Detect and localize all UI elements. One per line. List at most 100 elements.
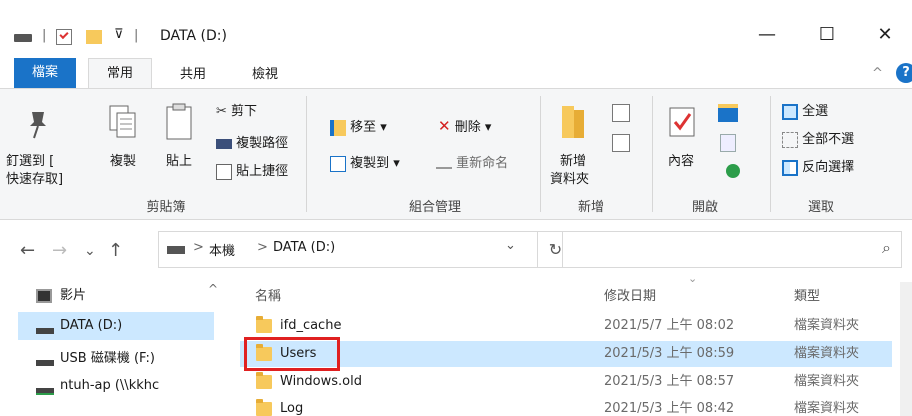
- forward-arrow-icon[interactable]: →: [52, 240, 67, 261]
- group-separator: [306, 96, 307, 212]
- help-icon[interactable]: ?: [896, 63, 912, 83]
- file-row[interactable]: Windows.old 2021/5/3 上午 08:57 檔案資料夾: [240, 369, 892, 395]
- copy-button[interactable]: 複製: [104, 100, 148, 190]
- cut-label: 剪下: [231, 104, 258, 119]
- video-icon: [36, 289, 52, 303]
- maximize-button[interactable]: ☐: [804, 18, 850, 52]
- new-item-icon[interactable]: [612, 104, 630, 122]
- pin-to-quick-access-button[interactable]: 釘選到 [ 快速存取]: [6, 100, 70, 190]
- highlight-annotation-box: [244, 337, 340, 371]
- column-header-modified[interactable]: 修改日期: [604, 285, 656, 304]
- new-group-label: 新增: [577, 200, 604, 215]
- select-none-icon: [782, 131, 798, 148]
- search-icon: ⌕: [882, 238, 891, 257]
- nav-item-videos[interactable]: 影片: [60, 283, 86, 309]
- delete-label: 刪除 ▾: [454, 120, 492, 135]
- file-type: 檔案資料夾: [794, 318, 860, 333]
- paste-shortcut-icon: [216, 163, 232, 180]
- drive-crumb-icon: [167, 246, 185, 254]
- edit-icon[interactable]: [720, 134, 736, 152]
- folder-icon: [256, 372, 272, 389]
- nav-scroll-up-icon[interactable]: ^: [208, 282, 218, 296]
- refresh-icon: ↻: [548, 240, 563, 259]
- collapse-ribbon-button[interactable]: ^: [872, 66, 883, 81]
- search-input[interactable]: ⌕: [562, 231, 902, 268]
- tab-view[interactable]: 檢視: [240, 62, 290, 88]
- select-group-label: 選取: [807, 200, 834, 215]
- file-name: Windows.old: [280, 374, 362, 389]
- group-separator: [540, 96, 541, 212]
- usb-drive-icon: [36, 360, 54, 366]
- rename-label: 重新命名: [456, 156, 509, 171]
- nav-item-network-drive[interactable]: ntuh-ap (\\kkhc: [60, 373, 159, 399]
- properties-button[interactable]: 內容: [660, 100, 710, 190]
- new-folder-icon: [562, 106, 584, 138]
- address-bar[interactable]: > 本機 > DATA (D:) ⌄: [158, 231, 538, 268]
- crumb-data-drive[interactable]: DATA (D:): [273, 240, 335, 255]
- delete-button[interactable]: ✕ 刪除 ▾: [438, 116, 491, 135]
- pin-label-line1: 釘選到 [: [6, 154, 55, 169]
- file-type: 檔案資料夾: [794, 374, 860, 389]
- new-folder-quick-icon[interactable]: [86, 30, 102, 44]
- delete-icon: ✕: [438, 117, 451, 135]
- up-arrow-icon[interactable]: ↑: [108, 240, 123, 261]
- qa-separator-2: |: [134, 28, 139, 43]
- select-all-button[interactable]: 全選: [782, 100, 828, 120]
- crumb-this-pc[interactable]: 本機: [209, 240, 235, 259]
- file-row[interactable]: ifd_cache 2021/5/7 上午 08:02 檔案資料夾: [240, 313, 892, 339]
- copy-to-button[interactable]: 複製到 ▾: [330, 152, 400, 172]
- back-arrow-icon[interactable]: ←: [20, 240, 35, 261]
- recent-dropdown-icon[interactable]: ⌄: [84, 243, 96, 259]
- folder-icon: [256, 316, 272, 333]
- close-button[interactable]: ✕: [862, 18, 908, 52]
- checkbox-properties-icon[interactable]: [56, 29, 72, 45]
- file-row[interactable]: Log 2021/5/3 上午 08:42 檔案資料夾: [240, 396, 892, 416]
- rename-button[interactable]: 重新命名: [436, 152, 508, 171]
- select-none-button[interactable]: 全部不選: [782, 128, 854, 148]
- rename-icon: [436, 159, 452, 169]
- crumb-separator: >: [193, 240, 204, 255]
- copy-icon: [109, 105, 136, 138]
- invert-selection-button[interactable]: 反向選擇: [782, 156, 854, 176]
- minimize-button[interactable]: —: [744, 18, 790, 52]
- address-dropdown-icon[interactable]: ⌄: [505, 238, 516, 253]
- file-modified: 2021/5/7 上午 08:02: [604, 318, 735, 333]
- qa-customize-dropdown[interactable]: ⊽: [114, 27, 124, 42]
- tab-share[interactable]: 共用: [168, 62, 218, 88]
- history-icon[interactable]: [726, 164, 740, 178]
- new-folder-label-line2: 資料夾: [550, 172, 590, 187]
- easy-access-icon[interactable]: [612, 134, 630, 152]
- open-icon[interactable]: [718, 104, 738, 122]
- organize-group-label: 組合管理: [408, 200, 461, 215]
- tab-home[interactable]: 常用: [88, 58, 152, 89]
- column-header-name[interactable]: 名稱: [255, 285, 281, 304]
- column-header-type[interactable]: 類型: [794, 285, 820, 304]
- file-modified: 2021/5/3 上午 08:57: [604, 374, 735, 389]
- nav-item-data-drive[interactable]: DATA (D:): [60, 313, 122, 339]
- invert-selection-label: 反向選擇: [802, 160, 855, 175]
- paste-shortcut-button[interactable]: 貼上捷徑: [216, 160, 288, 180]
- tab-file[interactable]: 檔案: [14, 58, 76, 88]
- move-to-button[interactable]: 移至 ▾: [330, 116, 387, 136]
- select-all-icon: [782, 103, 798, 120]
- drive-icon: [36, 328, 54, 334]
- open-group-label: 開啟: [691, 200, 718, 215]
- new-folder-button[interactable]: 新增 資料夾: [548, 100, 608, 190]
- window-title: DATA (D:): [160, 28, 227, 44]
- paste-button[interactable]: 貼上: [160, 100, 204, 190]
- pin-label-line2: 快速存取]: [6, 172, 64, 187]
- copy-label: 複製: [110, 154, 137, 169]
- nav-item-usb-drive[interactable]: USB 磁碟機 (F:): [60, 346, 155, 372]
- copy-path-button[interactable]: 複製路徑: [216, 132, 288, 151]
- crumb-separator: >: [257, 240, 268, 255]
- file-name: ifd_cache: [280, 318, 342, 333]
- copy-path-icon: [216, 138, 232, 149]
- cut-button[interactable]: ✂ 剪下: [216, 100, 257, 119]
- group-separator: [770, 96, 771, 212]
- properties-label: 內容: [668, 154, 695, 169]
- drive-icon: [14, 34, 32, 42]
- vertical-scrollbar[interactable]: [900, 282, 912, 416]
- paste-icon: [166, 103, 192, 140]
- move-to-label: 移至 ▾: [350, 120, 387, 135]
- new-folder-label-line1: 新增: [560, 154, 587, 169]
